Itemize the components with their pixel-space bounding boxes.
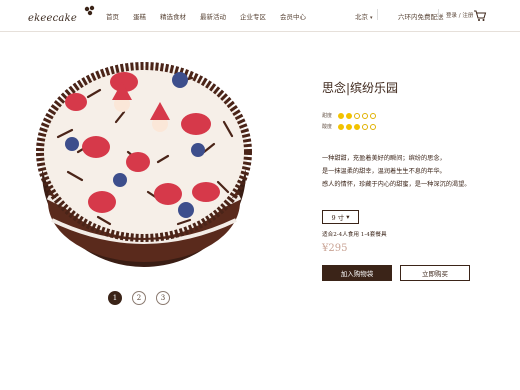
size-select[interactable]: 9 寸 ▾ (322, 210, 359, 224)
product-description: 一种甜甜，充盈着美好的瞬间；缤纷的思念， 是一抹温柔的甜幸，温润着生生不息的年华… (322, 152, 482, 191)
rating-label: 酸度 (322, 124, 333, 130)
price: ¥295 (322, 243, 348, 254)
chevron-down-icon: ▾ (346, 213, 350, 221)
image-pager: 1 2 3 (108, 291, 170, 305)
pager-dot-1[interactable]: 1 (108, 291, 122, 305)
divider (438, 9, 439, 20)
logo-cherry-icon (84, 5, 95, 16)
nav-item-cake[interactable]: 蛋糕 (133, 11, 146, 21)
buy-now-button[interactable]: 立即购买 (400, 265, 470, 281)
rating-circle-on-icon (346, 123, 352, 130)
chevron-down-icon: ▾ (370, 15, 373, 21)
pager-dot-2[interactable]: 2 (132, 291, 146, 305)
top-header: ekeecake 首页 蛋糕 精选食材 最新活动 企业专区 会员中心 北京 ▾ 六… (0, 0, 520, 32)
divider (377, 9, 378, 20)
product-title: 思念|缤纷乐园 (322, 81, 399, 95)
description-line: 是一抹温柔的甜幸，温润着生生不息的年华。 (322, 168, 446, 175)
nav-item-enterprise[interactable]: 企业专区 (240, 11, 266, 21)
add-to-cart-button[interactable]: 加入购物袋 (322, 265, 392, 281)
rating-circle-on-icon (346, 112, 352, 119)
rating-circle-off-icon (370, 112, 376, 119)
rating-circle-off-icon (354, 112, 360, 119)
nav-item-home[interactable]: 首页 (106, 11, 119, 21)
serving-info: 适合2-4人食用 1-4套餐具 (322, 232, 387, 238)
nav-item-events[interactable]: 最新活动 (200, 11, 226, 21)
size-value: 9 寸 (331, 214, 345, 222)
rating-circle-off-icon (370, 123, 376, 130)
nav-item-member[interactable]: 会员中心 (280, 11, 306, 21)
rating-circle-off-icon (362, 112, 368, 119)
rating-circle-off-icon (362, 123, 368, 130)
nav-item-ingredients[interactable]: 精选食材 (160, 11, 186, 21)
description-line: 一种甜甜，充盈着美好的瞬间；缤纷的思念， (322, 155, 446, 162)
rating-circle-on-icon (338, 123, 344, 130)
description-line: 感人的情怀，珍藏于内心的甜蜜，是一种深沉的渴望。 (322, 181, 471, 188)
rating-label: 甜度 (322, 113, 333, 119)
pager-dot-3[interactable]: 3 (156, 291, 170, 305)
logo[interactable]: ekeecake (28, 5, 95, 24)
rating-sourness: 酸度 (322, 123, 378, 130)
cart-icon[interactable] (473, 8, 487, 22)
rating-circle-on-icon (338, 112, 344, 119)
city-selector[interactable]: 北京 ▾ (355, 11, 373, 21)
main-nav: 首页 蛋糕 精选食材 最新活动 企业专区 会员中心 (106, 11, 320, 21)
rating-circle-on-icon (354, 123, 360, 130)
logo-text: ekeecake (28, 13, 77, 24)
login-link[interactable]: 登录 / 注册 (446, 11, 473, 19)
rating-sweetness: 甜度 (322, 112, 378, 119)
product-image-cake (36, 62, 252, 267)
delivery-info: 六环内免费配送 (398, 13, 444, 21)
city-label: 北京 (355, 13, 368, 21)
